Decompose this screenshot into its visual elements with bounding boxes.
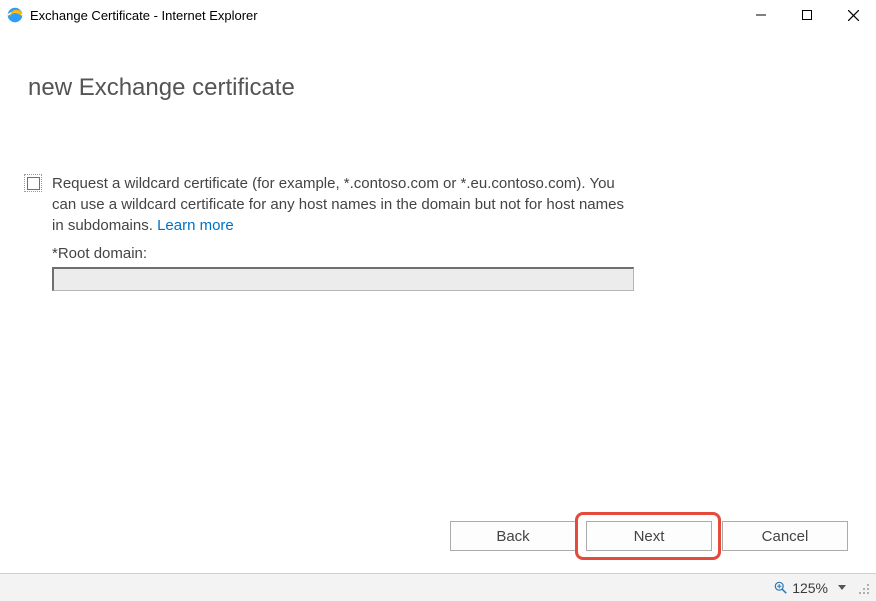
zoom-control[interactable]: 125% bbox=[774, 580, 846, 596]
ie-icon bbox=[6, 6, 24, 24]
resize-grip[interactable] bbox=[856, 581, 870, 595]
next-button[interactable]: Next bbox=[586, 521, 712, 551]
learn-more-link[interactable]: Learn more bbox=[157, 217, 234, 234]
maximize-button[interactable] bbox=[784, 0, 830, 30]
page-heading: new Exchange certificate bbox=[28, 74, 295, 102]
minimize-button[interactable] bbox=[738, 0, 784, 30]
wizard-content: new Exchange certificate Request a wildc… bbox=[0, 30, 876, 567]
statusbar: 125% bbox=[0, 573, 876, 601]
window-titlebar: Exchange Certificate - Internet Explorer bbox=[0, 0, 876, 30]
window-title: Exchange Certificate - Internet Explorer bbox=[30, 8, 258, 23]
zoom-text: 125% bbox=[792, 580, 828, 596]
wildcard-description-text: Request a wildcard certificate (for exam… bbox=[52, 175, 624, 234]
close-button[interactable] bbox=[830, 0, 876, 30]
back-button[interactable]: Back bbox=[450, 521, 576, 551]
root-domain-input[interactable] bbox=[52, 267, 634, 291]
cancel-button[interactable]: Cancel bbox=[722, 521, 848, 551]
wildcard-checkbox[interactable] bbox=[24, 174, 42, 192]
wizard-buttons: Back Next Cancel bbox=[450, 521, 848, 551]
chevron-down-icon bbox=[838, 585, 846, 590]
zoom-icon bbox=[774, 581, 788, 595]
wildcard-description: Request a wildcard certificate (for exam… bbox=[52, 173, 638, 236]
root-domain-label: *Root domain: bbox=[52, 245, 147, 262]
